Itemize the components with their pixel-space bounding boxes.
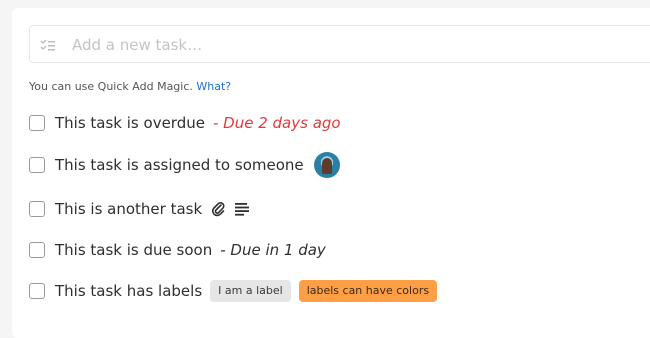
quick-add-help-link[interactable]: What? — [196, 80, 231, 93]
task-due-date: - Due in 1 day — [220, 241, 326, 259]
list-check-icon — [40, 38, 56, 57]
add-task-input[interactable] — [70, 33, 634, 57]
task-row-another[interactable]: This is another task — [29, 197, 250, 221]
task-title[interactable]: This is another task — [55, 200, 202, 218]
paperclip-icon — [210, 201, 226, 217]
task-title[interactable]: This task is overdue — [55, 114, 205, 132]
task-title[interactable]: This task is assigned to someone — [55, 156, 304, 174]
task-checkbox[interactable] — [29, 283, 45, 299]
task-row-due-soon[interactable]: This task is due soon - Due in 1 day — [29, 238, 326, 262]
assignee-avatar — [313, 152, 340, 178]
quick-add-hint-text: You can use Quick Add Magic. — [29, 80, 193, 93]
task-row-assigned[interactable]: This task is assigned to someone — [29, 152, 340, 178]
task-checkbox[interactable] — [29, 115, 45, 131]
task-row-labels[interactable]: This task has labels I am a label labels… — [29, 279, 438, 303]
task-due-date: - Due 2 days ago — [212, 114, 341, 132]
task-title[interactable]: This task has labels — [55, 282, 202, 300]
add-task-field[interactable] — [29, 25, 650, 63]
task-checkbox[interactable] — [29, 201, 45, 217]
task-checkbox[interactable] — [29, 242, 45, 258]
quick-add-hint: You can use Quick Add Magic. What? — [29, 80, 231, 93]
task-title[interactable]: This task is due soon — [55, 241, 212, 259]
task-checkbox[interactable] — [29, 157, 45, 173]
task-label: labels can have colors — [298, 280, 438, 302]
task-row-overdue[interactable]: This task is overdue - Due 2 days ago — [29, 111, 341, 135]
task-label: I am a label — [210, 280, 291, 302]
description-icon — [234, 202, 250, 216]
